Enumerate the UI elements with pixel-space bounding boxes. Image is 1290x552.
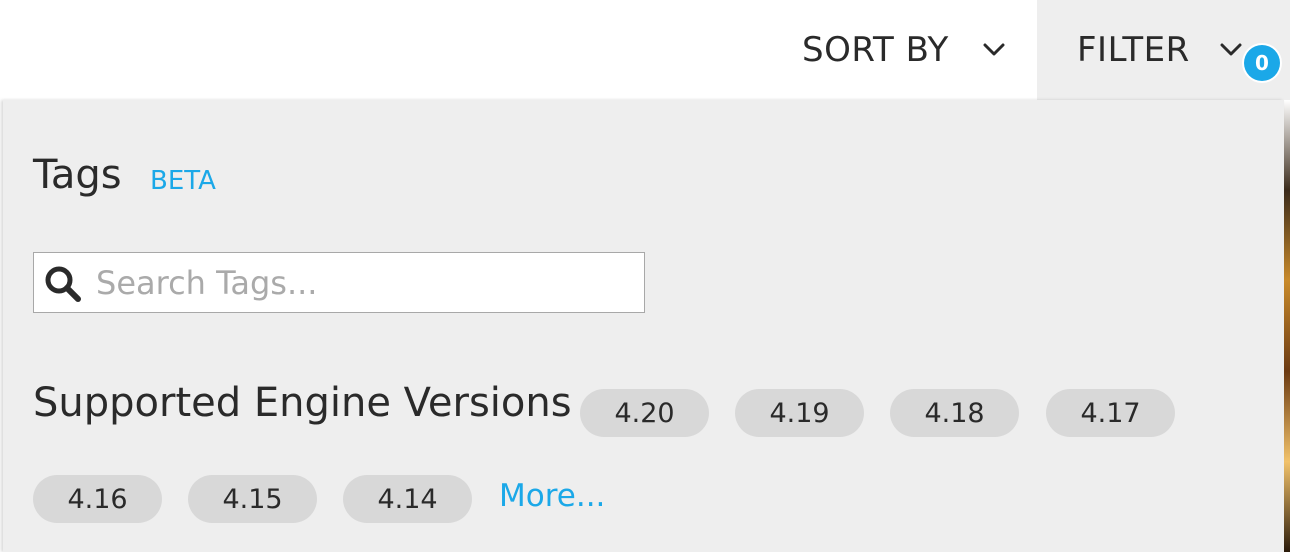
chevron-down-icon [1220,43,1242,56]
sort-by-button[interactable]: SORT BY [790,0,1035,100]
search-tags-input[interactable] [96,253,636,312]
version-tag-4-18[interactable]: 4.18 [890,389,1019,437]
filter-label: FILTER [1077,30,1190,70]
filter-count-badge: 0 [1244,45,1280,81]
version-tag-4-15[interactable]: 4.15 [188,475,317,523]
version-tag-4-14[interactable]: 4.14 [343,475,472,523]
chevron-down-icon [983,43,1005,56]
version-tag-4-19[interactable]: 4.19 [735,389,864,437]
sort-by-label: SORT BY [802,30,949,70]
top-toolbar: SORT BY FILTER 0 [0,0,1290,100]
version-tag-4-16[interactable]: 4.16 [33,475,162,523]
filter-dropdown-panel: Tags BETA Supported Engine Versions 4.20… [3,100,1284,552]
version-tag-4-17[interactable]: 4.17 [1046,389,1175,437]
search-icon [45,266,81,302]
filter-button[interactable]: FILTER 0 [1037,0,1290,100]
more-versions-link[interactable]: More... [499,478,605,514]
background-image-edge [1284,100,1290,552]
search-tags-box[interactable] [33,252,645,313]
version-tag-4-20[interactable]: 4.20 [580,389,709,437]
engine-versions-label: Supported Engine Versions [33,380,572,426]
beta-badge: BETA [150,166,216,196]
tags-heading: Tags [33,152,122,198]
